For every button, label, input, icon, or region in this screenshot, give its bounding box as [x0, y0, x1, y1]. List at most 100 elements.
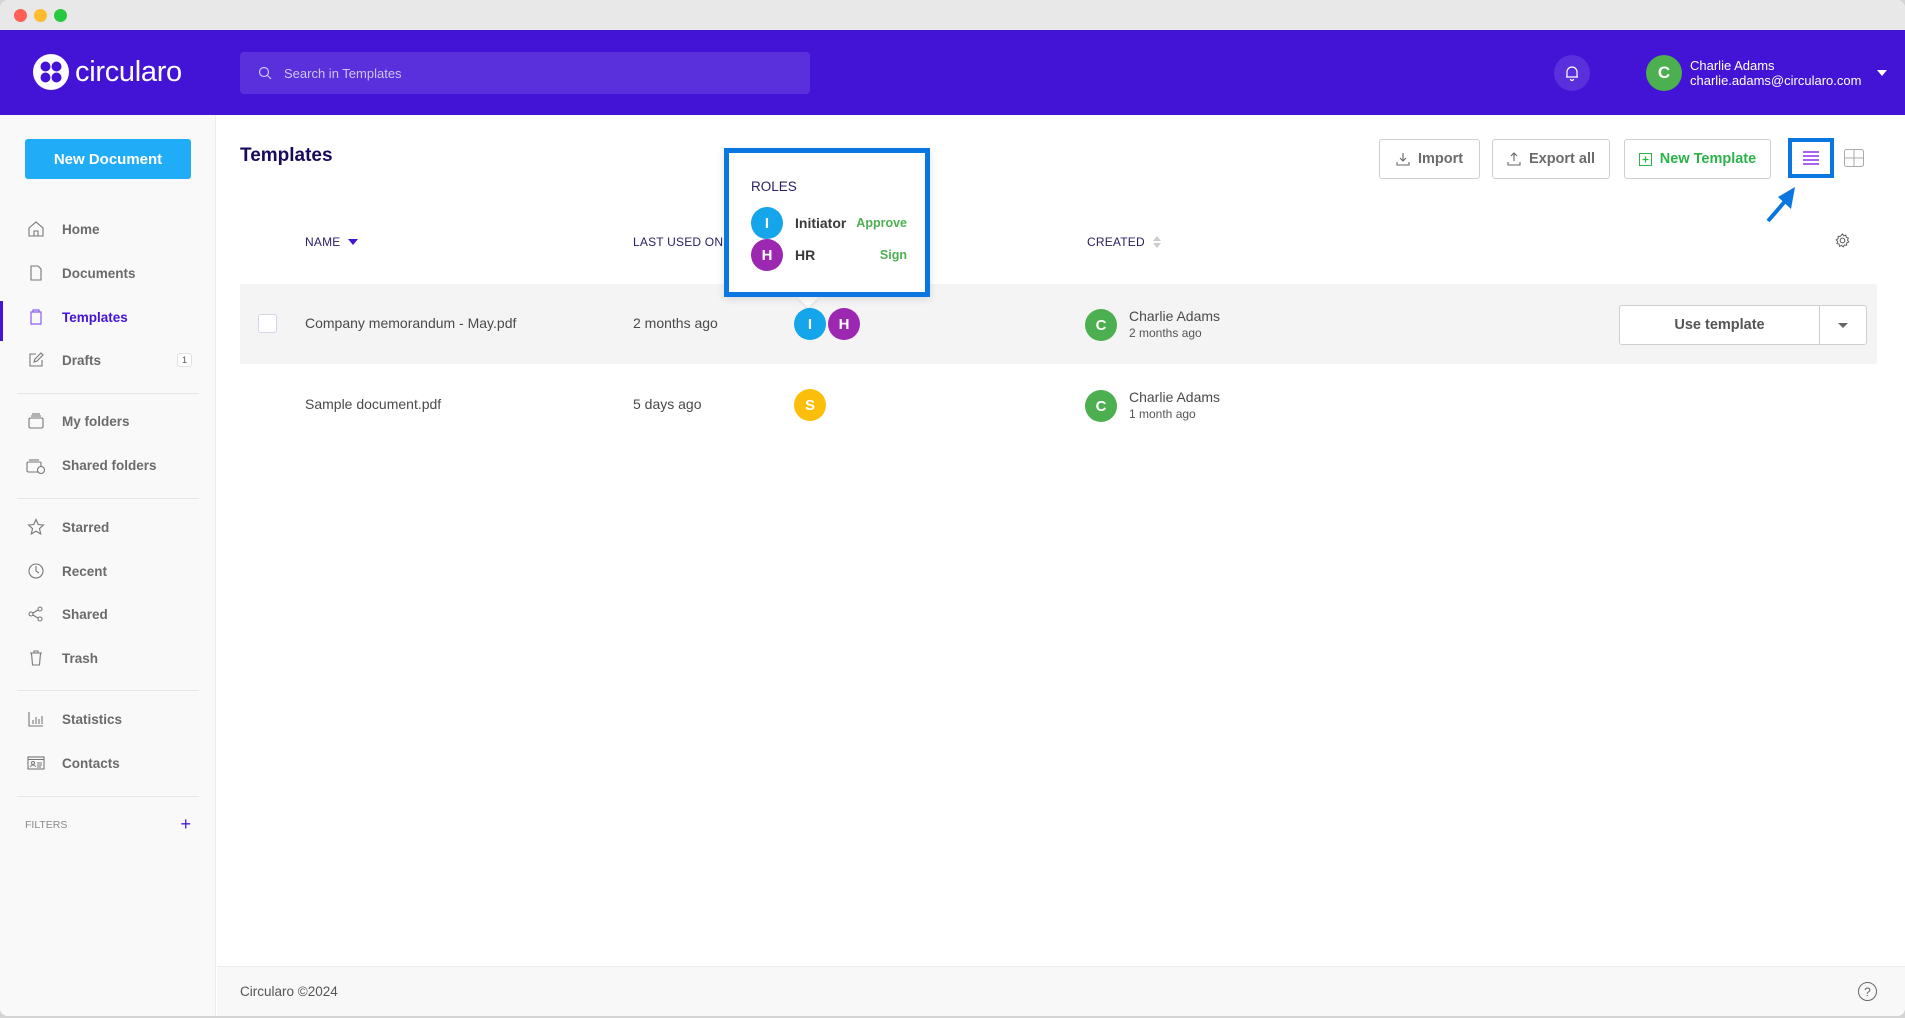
minimize-window-button[interactable] [34, 9, 47, 22]
roles-popover: ROLES I Initiator Approve H HR Sign [724, 148, 930, 297]
role-avatar-s[interactable]: S [794, 389, 826, 421]
add-filter-button[interactable]: + [180, 814, 191, 835]
copyright-text: Circularo ©2024 [240, 984, 338, 999]
use-template-dropdown[interactable] [1820, 306, 1866, 344]
title-bar [0, 0, 1905, 30]
sidebar-item-shared-folders[interactable]: Shared folders [0, 447, 216, 483]
app-window: circularo C Charlie Adams charlie.adams@… [0, 0, 1905, 1016]
creator-avatar: C [1085, 390, 1117, 422]
sidebar-item-recent[interactable]: Recent [0, 553, 216, 589]
roles-popover-title: ROLES [751, 179, 797, 194]
filters-section: FILTERS + [25, 814, 191, 835]
role-item: I Initiator Approve [751, 207, 907, 239]
row-checkbox[interactable] [258, 314, 277, 333]
table-row[interactable]: Sample document.pdf 5 days ago S C Charl… [240, 365, 1877, 445]
clock-icon [26, 561, 46, 581]
import-icon [1396, 153, 1410, 166]
import-button[interactable]: Import [1379, 139, 1480, 179]
template-name[interactable]: Company memorandum - May.pdf [305, 315, 516, 331]
sidebar-item-my-folders[interactable]: My folders [0, 403, 216, 439]
sidebar-divider [17, 690, 199, 691]
add-square-icon [1638, 152, 1652, 166]
notifications-button[interactable] [1554, 55, 1590, 91]
search-icon [258, 66, 272, 80]
sidebar-item-templates[interactable]: Templates [0, 299, 216, 341]
creator-cell: C Charlie Adams 2 months ago [1085, 308, 1220, 342]
sidebar-item-label: Templates [62, 309, 128, 325]
sidebar-item-contacts[interactable]: Contacts [0, 745, 216, 781]
list-icon [1803, 151, 1819, 165]
sidebar-divider [17, 393, 199, 394]
folder-icon [26, 411, 46, 431]
contact-card-icon [26, 753, 46, 773]
sidebar-divider [17, 796, 199, 797]
sidebar-item-starred[interactable]: Starred [0, 509, 216, 545]
edit-icon [26, 350, 46, 370]
sidebar-item-label: Home [62, 221, 100, 237]
role-name: Initiator [795, 215, 847, 231]
main-content: Templates Import Export all New Template… [217, 115, 1905, 966]
created-time: 1 month ago [1129, 407, 1196, 421]
filters-label: FILTERS [25, 818, 68, 831]
user-name: Charlie Adams [1690, 58, 1775, 73]
creator-name: Charlie Adams [1129, 389, 1221, 405]
column-header-name[interactable]: NAME [305, 235, 359, 249]
list-view-toggle[interactable] [1788, 138, 1834, 178]
close-window-button[interactable] [14, 9, 27, 22]
column-header-last-used[interactable]: LAST USED ON [633, 235, 723, 249]
sidebar: New Document Home Documents Templates Dr… [0, 115, 216, 1016]
sidebar-item-drafts[interactable]: Drafts 1 [0, 342, 216, 378]
last-used: 5 days ago [633, 396, 702, 412]
page-title: Templates [240, 145, 333, 166]
sidebar-item-label: Drafts [62, 352, 102, 368]
circularo-logo-icon [33, 54, 69, 90]
template-name[interactable]: Sample document.pdf [305, 396, 441, 412]
sidebar-item-label: Shared folders [62, 457, 157, 473]
sidebar-item-label: Documents [62, 265, 136, 281]
sidebar-item-label: Contacts [62, 755, 120, 771]
trash-icon [26, 648, 46, 668]
user-avatar: C [1646, 55, 1682, 91]
column-header-created[interactable]: CREATED [1087, 235, 1161, 249]
home-icon [26, 219, 46, 239]
role-name: HR [795, 247, 816, 263]
brand-name: circularo [75, 55, 182, 88]
footer: Circularo ©2024 ? [217, 966, 1905, 1016]
user-menu[interactable]: C Charlie Adams charlie.adams@circularo.… [1646, 55, 1888, 91]
annotation-arrow-icon [1766, 187, 1795, 223]
sort-desc-icon [348, 239, 359, 245]
new-template-button[interactable]: New Template [1624, 139, 1771, 179]
role-action: Sign [879, 248, 907, 262]
shared-folder-icon [26, 455, 46, 475]
table-row[interactable]: Company memorandum - May.pdf 2 months ag… [240, 284, 1877, 364]
new-document-button[interactable]: New Document [25, 139, 191, 179]
role-avatar-initiator[interactable]: I [794, 308, 826, 340]
sidebar-item-trash[interactable]: Trash [0, 640, 216, 676]
creator-cell: C Charlie Adams 1 month ago [1085, 389, 1220, 423]
grid-view-toggle[interactable] [1844, 149, 1864, 167]
sidebar-item-label: Shared [62, 606, 108, 622]
user-email: charlie.adams@circularo.com [1690, 73, 1862, 88]
sort-icon [1152, 236, 1161, 248]
created-time: 2 months ago [1129, 326, 1202, 340]
sidebar-item-documents[interactable]: Documents [0, 255, 216, 291]
search-bar[interactable] [240, 52, 810, 94]
help-icon[interactable]: ? [1858, 982, 1877, 1001]
role-avatar-hr[interactable]: H [828, 308, 860, 340]
sidebar-item-statistics[interactable]: Statistics [0, 701, 216, 737]
sidebar-item-label: Recent [62, 563, 108, 579]
sidebar-item-shared[interactable]: Shared [0, 596, 216, 632]
use-template-button[interactable]: Use template [1620, 306, 1820, 344]
search-input[interactable] [284, 65, 764, 81]
maximize-window-button[interactable] [54, 9, 67, 22]
role-action: Approve [856, 216, 907, 230]
chevron-down-icon[interactable] [1877, 70, 1888, 76]
template-icon [26, 307, 46, 327]
last-used: 2 months ago [633, 315, 718, 331]
creator-avatar: C [1085, 309, 1117, 341]
column-settings-icon[interactable] [1835, 233, 1850, 248]
export-all-button[interactable]: Export all [1492, 139, 1610, 179]
sidebar-divider [17, 498, 199, 499]
sidebar-item-home[interactable]: Home [0, 211, 216, 247]
brand-logo[interactable]: circularo [33, 54, 182, 90]
